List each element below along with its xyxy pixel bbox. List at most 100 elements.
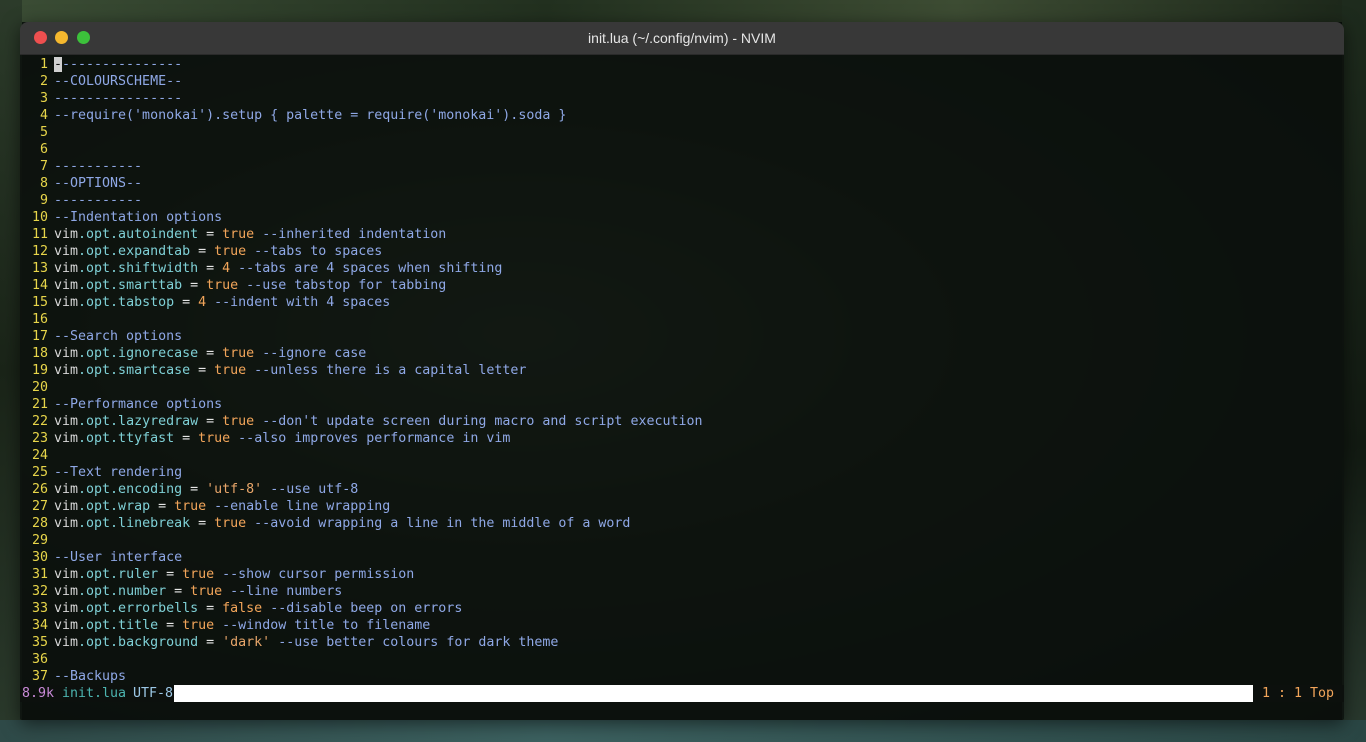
buffer-line[interactable]: 17 --Search options [20, 328, 1344, 345]
line-number: 19 [31, 363, 48, 378]
code-token: = [198, 227, 223, 242]
code-token: .opt.shiftwidth [78, 261, 199, 276]
line-number: 15 [31, 295, 48, 310]
buffer-line[interactable]: 27 vim.opt.wrap = true --enable line wrap… [20, 498, 1344, 515]
code-token: false [222, 601, 263, 616]
buffer-line[interactable]: 14 vim.opt.smarttab = true --use tabstop … [20, 277, 1344, 294]
buffer-line[interactable]: 28 vim.opt.linebreak = true --avoid wrapp… [20, 515, 1344, 532]
code-token: true [222, 346, 255, 361]
buffer-line[interactable]: 4 --require('monokai').setup { palette = … [20, 107, 1344, 124]
line-number: 35 [31, 635, 48, 650]
buffer-line[interactable]: 3 ---------------- [20, 90, 1344, 107]
line-number: 21 [31, 397, 48, 412]
buffer-line[interactable]: 23 vim.opt.ttyfast = true --also improves… [20, 430, 1344, 447]
buffer-line[interactable]: 20 [20, 379, 1344, 396]
buffer-line[interactable]: 6 [20, 141, 1344, 158]
code-token: ----------- [54, 193, 143, 208]
line-number: 16 [31, 312, 48, 327]
code-token: true [182, 567, 215, 582]
buffer-line[interactable]: 11 vim.opt.autoindent = true --inherited … [20, 226, 1344, 243]
desktop-wallpaper-bottom [0, 720, 1366, 742]
code-token: 'utf-8' [206, 482, 263, 497]
editor-buffer[interactable]: 1 ---------------- 2 --COLOURSCHEME-- 3 -----… [20, 55, 1344, 720]
code-token: .opt.ruler [78, 567, 159, 582]
buffer-line[interactable]: 10 --Indentation options [20, 209, 1344, 226]
buffer-line[interactable]: 35 vim.opt.background = 'dark' --use bett… [20, 634, 1344, 651]
line-number: 13 [31, 261, 48, 276]
code-token: = [182, 482, 207, 497]
code-token: true [214, 363, 247, 378]
buffer-line[interactable]: 25 --Text rendering [20, 464, 1344, 481]
buffer-line[interactable]: 36 [20, 651, 1344, 668]
code-token: .opt.expandtab [78, 244, 191, 259]
file-name: init.lua [62, 686, 127, 701]
buffer-line[interactable]: 31 vim.opt.ruler = true --show cursor per… [20, 566, 1344, 583]
buffer-line[interactable]: 15 vim.opt.tabstop = 4 --indent with 4 sp… [20, 294, 1344, 311]
code-token: = [166, 584, 191, 599]
code-token: true [198, 431, 231, 446]
desktop-wallpaper-top [0, 0, 1366, 22]
code-token: vim [54, 227, 79, 242]
buffer-line[interactable]: 26 vim.opt.encoding = 'utf-8' --use utf-8 [20, 481, 1344, 498]
code-token: ----------- [54, 159, 143, 174]
code-token: vim [54, 601, 79, 616]
buffer-line[interactable]: 13 vim.opt.shiftwidth = 4 --tabs are 4 sp… [20, 260, 1344, 277]
buffer-line[interactable]: 33 vim.opt.errorbells = false --disable b… [20, 600, 1344, 617]
code-token: true [214, 516, 247, 531]
line-number: 25 [31, 465, 48, 480]
line-number: 23 [31, 431, 48, 446]
code-token: --Search options [54, 329, 183, 344]
code-token: 4 [222, 261, 231, 276]
line-number: 11 [31, 227, 48, 242]
line-number: 26 [31, 482, 48, 497]
code-token: --also improves performance in vim [230, 431, 511, 446]
code-token: vim [54, 346, 79, 361]
buffer-line[interactable]: 37 --Backups [20, 668, 1344, 685]
line-number: 6 [39, 142, 48, 157]
buffer-line[interactable]: 12 vim.opt.expandtab = true --tabs to spa… [20, 243, 1344, 260]
nvim-window: init.lua (~/.config/nvim) - NVIM 1 ------… [20, 22, 1344, 720]
buffer-line[interactable]: 22 vim.opt.lazyredraw = true --don't upda… [20, 413, 1344, 430]
code-token: = [174, 295, 199, 310]
buffer-line[interactable]: 24 [20, 447, 1344, 464]
code-token: = [198, 261, 223, 276]
code-token: --use utf-8 [262, 482, 359, 497]
code-token: .opt.ttyfast [78, 431, 175, 446]
line-number: 2 [39, 74, 48, 89]
line-number: 34 [31, 618, 48, 633]
buffer-line[interactable]: 16 [20, 311, 1344, 328]
buffer-line[interactable]: 29 [20, 532, 1344, 549]
window-title: init.lua (~/.config/nvim) - NVIM [588, 30, 776, 46]
line-number: 1 [39, 57, 48, 72]
buffer-line[interactable]: 21 --Performance options [20, 396, 1344, 413]
window-titlebar[interactable]: init.lua (~/.config/nvim) - NVIM [20, 22, 1344, 55]
code-token: .opt.background [78, 635, 199, 650]
code-token: = [174, 431, 199, 446]
code-token: .opt.lazyredraw [78, 414, 199, 429]
buffer-line[interactable]: 30 --User interface [20, 549, 1344, 566]
buffer-line[interactable]: 18 vim.opt.ignorecase = true --ignore cas… [20, 345, 1344, 362]
code-token: = [198, 601, 223, 616]
buffer-line[interactable]: 2 --COLOURSCHEME-- [20, 73, 1344, 90]
buffer-line[interactable]: 1 ---------------- [20, 56, 1344, 73]
buffer-line[interactable]: 7 ----------- [20, 158, 1344, 175]
line-number: 27 [31, 499, 48, 514]
buffer-line[interactable]: 32 vim.opt.number = true --line numbers [20, 583, 1344, 600]
status-line: 8.9k init.lua UTF-8 1 : 1 Top [20, 685, 1344, 702]
line-number: 28 [31, 516, 48, 531]
line-number: 18 [31, 346, 48, 361]
code-token: .opt.title [78, 618, 159, 633]
buffer-line[interactable]: 8 --OPTIONS-- [20, 175, 1344, 192]
buffer-lines: 1 ---------------- 2 --COLOURSCHEME-- 3 -----… [20, 56, 1344, 685]
code-token: --enable line wrapping [206, 499, 391, 514]
buffer-line[interactable]: 34 vim.opt.title = true --window title to… [20, 617, 1344, 634]
code-token: --avoid wrapping a line in the middle of… [246, 516, 631, 531]
buffer-line[interactable]: 5 [20, 124, 1344, 141]
line-number: 22 [31, 414, 48, 429]
buffer-line[interactable]: 19 vim.opt.smartcase = true --unless ther… [20, 362, 1344, 379]
code-token: --COLOURSCHEME-- [54, 74, 183, 89]
line-number: 5 [39, 125, 48, 140]
line-number: 29 [31, 533, 48, 548]
code-token: true [206, 278, 239, 293]
buffer-line[interactable]: 9 ----------- [20, 192, 1344, 209]
